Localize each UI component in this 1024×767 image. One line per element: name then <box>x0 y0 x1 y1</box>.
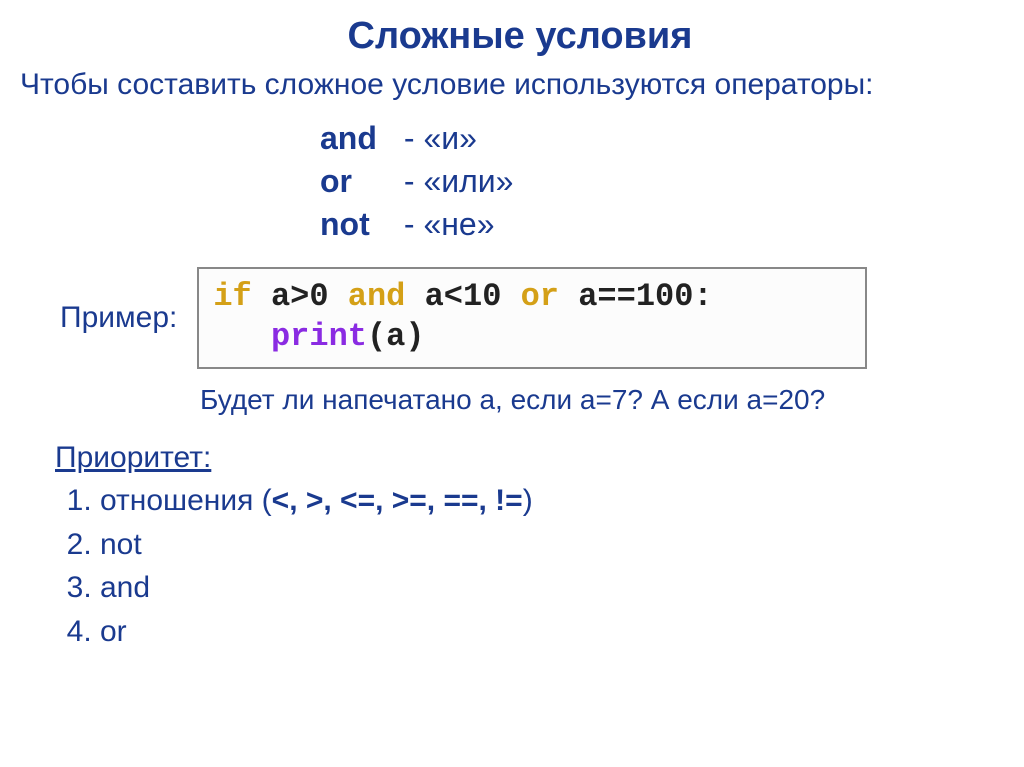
operator-kw: and <box>320 117 395 160</box>
operator-row: not - «не» <box>320 203 1004 246</box>
code-kw: if <box>213 278 271 315</box>
code-kw: or <box>521 278 579 315</box>
priority-list: отношения (<, >, <=, >=, ==, !=) not and… <box>55 479 1004 653</box>
code-text: a>0 <box>271 278 348 315</box>
code-text: (a) <box>367 318 425 355</box>
priority-text: and <box>100 571 150 604</box>
slide: Сложные условия Чтобы составить сложное … <box>0 0 1024 673</box>
priority-text: ) <box>523 484 533 517</box>
example-row: Пример: if a>0 and a<10 or a==100: print… <box>60 267 1004 369</box>
code-text: a==100: <box>578 278 712 315</box>
operator-row: or - «или» <box>320 160 1004 203</box>
priority-text: отношения ( <box>100 484 272 517</box>
intro-text: Чтобы составить сложное условие использу… <box>20 68 1004 102</box>
priority-text: not <box>100 528 142 561</box>
operators-list: and - «и» or - «или» not - «не» <box>320 117 1004 247</box>
priority-ops: <, >, <=, >=, ==, != <box>272 484 523 517</box>
priority-item: not <box>100 523 1004 567</box>
priority-block: Приоритет: отношения (<, >, <=, >=, ==, … <box>55 436 1004 654</box>
priority-text: or <box>100 615 127 648</box>
code-line-1: if a>0 and a<10 or a==100: <box>213 277 851 317</box>
priority-heading: Приоритет: <box>55 436 1004 480</box>
page-title: Сложные условия <box>220 15 820 58</box>
example-label: Пример: <box>60 301 177 335</box>
code-fn: print <box>271 318 367 355</box>
code-text: a<10 <box>425 278 521 315</box>
priority-item: отношения (<, >, <=, >=, ==, !=) <box>100 479 1004 523</box>
code-kw: and <box>348 278 425 315</box>
operator-kw: or <box>320 160 395 203</box>
operator-kw: not <box>320 203 395 246</box>
operator-desc: - «не» <box>395 206 495 242</box>
code-text <box>213 318 271 355</box>
code-line-2: print(a) <box>213 317 851 357</box>
priority-item: or <box>100 610 1004 654</box>
operator-row: and - «и» <box>320 117 1004 160</box>
priority-item: and <box>100 566 1004 610</box>
operator-desc: - «и» <box>395 120 477 156</box>
question-text: Будет ли напечатано а, если а=7? А если … <box>200 384 1004 416</box>
operator-desc: - «или» <box>395 163 513 199</box>
code-box: if a>0 and a<10 or a==100: print(a) <box>197 267 867 369</box>
